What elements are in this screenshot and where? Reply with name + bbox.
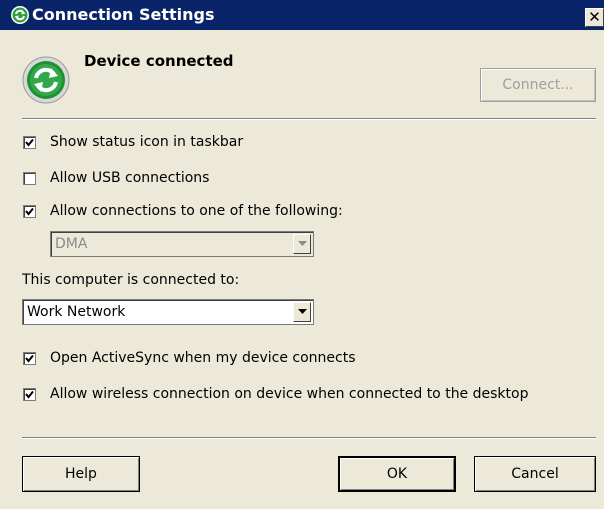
checkmark-icon	[25, 207, 34, 216]
help-button[interactable]: Help	[22, 456, 140, 492]
allow-connections-checkbox[interactable]	[23, 205, 36, 218]
window-title: Connection Settings	[32, 5, 215, 24]
device-connected-icon	[22, 56, 70, 104]
computer-connected-dropdown[interactable]: Work Network	[22, 299, 314, 325]
title-bar: Connection Settings ✕	[0, 0, 604, 30]
connection-settings-dialog: Connection Settings ✕ Device connected C…	[0, 0, 604, 509]
dropdown-arrow[interactable]	[293, 234, 311, 254]
connection-type-dropdown[interactable]: DMA	[50, 231, 314, 257]
connection-status: Device connected	[84, 52, 234, 70]
open-activesync-checkbox[interactable]	[23, 352, 36, 365]
chevron-down-icon	[298, 309, 307, 314]
cancel-button[interactable]: Cancel	[474, 456, 596, 492]
activesync-title-icon	[11, 6, 29, 24]
open-activesync-label: Open ActiveSync when my device connects	[50, 350, 356, 366]
computer-connected-label: This computer is connected to:	[22, 272, 240, 288]
checkmark-icon	[25, 354, 34, 363]
allow-wireless-label: Allow wireless connection on device when…	[50, 386, 529, 402]
ok-button[interactable]: OK	[338, 456, 456, 492]
connection-type-value: DMA	[55, 236, 88, 252]
close-button[interactable]: ✕	[585, 8, 604, 27]
show-status-icon-checkbox[interactable]	[23, 136, 36, 149]
allow-wireless-checkbox[interactable]	[23, 388, 36, 401]
allow-usb-checkbox[interactable]	[23, 172, 36, 185]
chevron-down-icon	[298, 241, 307, 246]
dropdown-arrow[interactable]	[293, 302, 311, 322]
connect-button[interactable]: Connect...	[480, 68, 596, 102]
separator-top	[22, 118, 596, 120]
checkmark-icon	[25, 390, 34, 399]
show-status-icon-label: Show status icon in taskbar	[50, 134, 244, 150]
checkmark-icon	[25, 138, 34, 147]
separator-bottom	[22, 437, 596, 439]
allow-usb-label: Allow USB connections	[50, 170, 210, 186]
computer-connected-value: Work Network	[27, 304, 126, 320]
allow-connections-label: Allow connections to one of the followin…	[50, 203, 343, 219]
